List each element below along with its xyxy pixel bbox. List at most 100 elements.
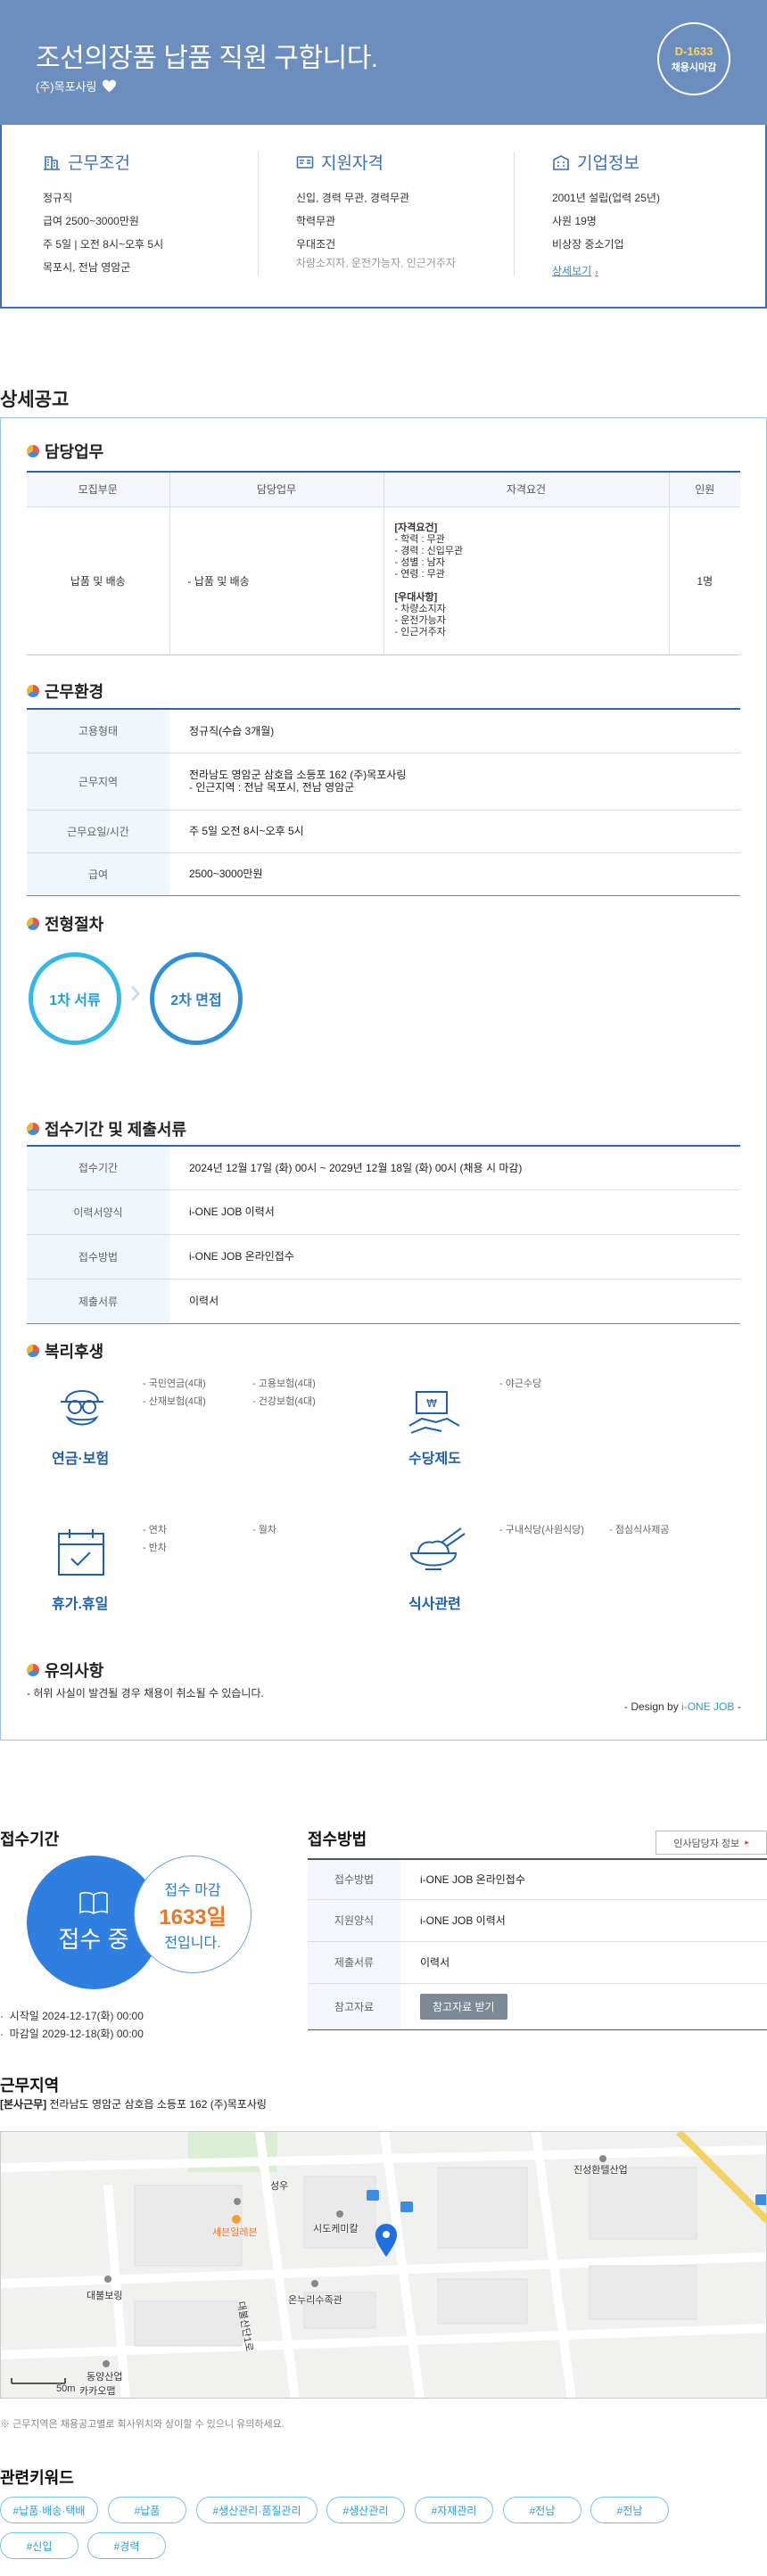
company-detail-link[interactable]: 상세보기 › [552,263,598,278]
end-date: · 마감일 2029-12-18(화) 00:00 [0,2028,144,2040]
qualifications-heading: 지원자격 [321,154,384,173]
brand-link[interactable]: i-ONE JOB [681,1700,734,1713]
dday-count: D-1633 [674,44,713,58]
map-poi: 동양산업 [87,2372,123,2383]
keywords-heading: 관련키워드 [0,2469,74,2487]
employment-type: 정규직 [43,192,73,204]
start-date: · 시작일 2024-12-17(화) 00:00 [0,2010,144,2022]
docs-heading: 접수기간 및 제출서류 [27,1117,186,1140]
qualifications: 지원자격 신입, 경력 무관, 경력무관 학력무관 우대조건 차량소지자, 운전… [296,150,528,270]
preference-label: 우대조건 [296,238,336,251]
column-header: 인원 [669,473,740,507]
work-location: 목포시, 전남 영암군 [43,261,131,274]
keyword-tag[interactable]: #납품 [108,2497,186,2523]
table-row: 접수방법 i-ONE JOB 온라인접수 [27,1234,740,1280]
map-poi: 대불보링 [87,2291,123,2301]
deadline-circle: 접수 마감 1633일 전입니다. [134,1856,252,1973]
map-poi: 온누리수족관 [288,2295,342,2306]
requirements: [자격요건] - 학력 : 무관 - 경력 : 신입무관 - 성별 : 남자 -… [384,506,670,655]
docs-table: 접수기간 2024년 12월 17일 (화) 00시 ~ 2029년 12월 18… [27,1147,740,1324]
keyword-tag[interactable]: #생산관리 [326,2497,405,2523]
work-conditions: 근무조건 정규직 급여 2500~3000만원 주 5일 | 오전 8시~오후 … [43,150,275,279]
notice-heading: 유의사항 [27,1658,103,1682]
env-table: 고용형태 정규직(수습 3개월) 근무지역 전라남도 영암군 삼호읍 소등포 162… [27,710,740,896]
work-conditions-heading: 근무조건 [68,154,130,173]
employees: 사원 19명 [552,215,597,227]
map-logo: 카카오맵 [79,2386,116,2397]
process-step-2: 2차 면접 [150,952,243,1045]
keyword-tag[interactable]: #전남 [590,2497,669,2523]
keyword-tag[interactable]: #생산관리·품질관리 [196,2497,318,2523]
process-step-1: 1차 서류 [29,952,121,1045]
welfare-vacation-label: 휴가.휴일 [52,1597,109,1612]
id-card-icon [296,155,314,169]
table-row: 지원양식 i-ONE JOB 이력서 [308,1899,767,1941]
process-heading: 전형절차 [27,912,103,935]
work-hours: 주 5일 | 오전 8시~오후 5시 [43,238,164,251]
download-reference-button[interactable]: 참고자료 받기 [420,1993,507,2020]
address: [본사근무] 전라남도 영암군 삼호읍 소등포 162 (주)목포사링 [0,2098,267,2111]
section-dot-icon [27,685,39,697]
section-dot-icon [27,445,39,457]
recruit-part: 납품 및 배송 [27,506,170,655]
calendar-icon [58,1529,104,1576]
divider [258,152,259,276]
apply-method-heading: 접수방법 [308,1831,367,1848]
notice-text: - 허위 사실이 발견될 경우 채용이 취소될 수 있습니다. [27,1687,264,1700]
keyword-tag[interactable]: #자재관리 [415,2497,493,2523]
table-row: 제출서류 이력서 [308,1941,767,1983]
duty-heading: 담당업무 [27,440,103,463]
map-scale: 50m [56,2383,76,2394]
heart-icon[interactable] [102,79,117,93]
chevron-right-icon: › [595,267,598,277]
allowance-icon: ₩ [408,1391,460,1434]
table-row: 접수기간 2024년 12월 17일 (화) 00시 ~ 2029년 12월 18… [27,1147,740,1190]
apply-status: 접수 중 [58,1925,129,1953]
map-poi: 성우 [270,2181,289,2192]
deadline-label: 접수 마감 [164,1882,221,1898]
welfare-heading: 복리후생 [27,1339,103,1362]
apply-method-table: 접수방법 i-ONE JOB 온라인접수 지원양식 i-ONE JOB 이력서 제출… [308,1858,767,2030]
keyword-tag[interactable]: #경력 [87,2532,166,2559]
design-credit: - Design by i-ONE JOB - [624,1700,741,1713]
table-row: 이력서양식 i-ONE JOB 이력서 [27,1189,740,1235]
location-heading: 근무지역 [0,2077,60,2095]
welfare-allowance-label: 수당제도 [408,1452,461,1467]
company-info-heading: 기업정보 [577,154,639,173]
map-canvas [1,2132,766,2398]
company-type: 비상장 중소기업 [552,238,624,251]
table-row: 참고자료 참고자료 받기 [308,1983,767,2029]
detail-heading: 상세공고 [0,390,70,410]
company-name[interactable]: (주)목포사링 [36,78,96,95]
table-row: 급여 2500~3000만원 [27,852,740,896]
duty-text: - 납품 및 배송 [169,506,384,655]
keyword-tag[interactable]: #전남 [503,2497,581,2523]
pension-icon [61,1390,103,1426]
company-info: 기업정보 2001년 설립(업력 25년) 사원 19명 비상장 중소기업 상세… [552,150,767,279]
dday-label: 채용시마감 [671,62,717,73]
education: 학력무관 [296,215,336,227]
map-poi: 진성환텔산업 [573,2165,628,2176]
salary: 급여 2500~3000만원 [43,215,139,227]
headcount: 1명 [669,506,740,655]
company-name-row: (주)목포사링 [36,78,117,95]
location-map[interactable]: 성우 진성환텔산업 세븐일레븐 시도케미칼 대불보링 온누리수족관 대불산단1로… [0,2131,767,2399]
experience: 신입, 경력 무관, 경력무관 [296,192,410,204]
chevron-right-icon: › [129,972,142,1011]
section-dot-icon [27,1345,39,1357]
preference-list: 차량소지자, 운전가능자, 인근거주자 [296,257,456,269]
chevron-right-icon: ▸ [745,1838,749,1847]
keyword-tag[interactable]: #납품·배송·택배 [0,2497,98,2523]
column-header: 모집부문 [27,473,170,507]
dday-badge: D-1633 채용시마감 [657,22,730,95]
welfare-meal-label: 식사관련 [408,1597,461,1612]
keyword-tag[interactable]: #신입 [0,2532,78,2559]
section-dot-icon [27,1123,39,1135]
svg-text:₩: ₩ [426,1397,437,1410]
table-row: 근무지역 전라남도 영암군 삼호읍 소등포 162 (주)목포사링 - 인근지역 :… [27,753,740,811]
book-icon [79,1891,108,1914]
section-dot-icon [27,918,39,930]
column-header: 자격요건 [384,473,670,507]
apply-period-heading: 접수기간 [0,1831,60,1848]
hr-contact-button[interactable]: 인사담당자 정보 ▸ [656,1831,767,1855]
